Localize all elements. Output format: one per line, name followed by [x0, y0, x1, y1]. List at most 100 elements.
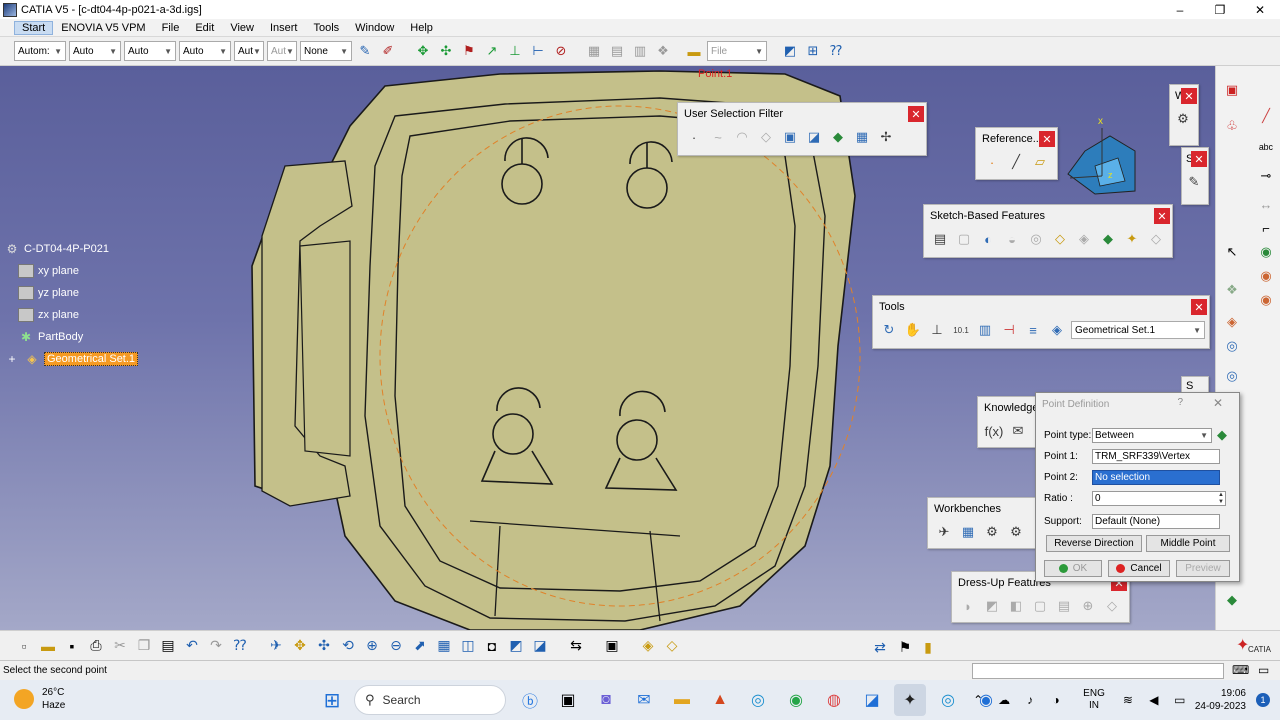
graphic-props-combo-4[interactable]: Auto ▼ [179, 41, 231, 61]
pcs-icon[interactable]: ▣ [1222, 80, 1242, 100]
chamfer-icon[interactable]: ◩ [982, 596, 1002, 616]
notification-badge[interactable]: 1 [1256, 693, 1270, 707]
hide-show-icon[interactable]: ◩ [506, 636, 526, 656]
expand-icon[interactable]: + [4, 352, 20, 366]
open-icon[interactable]: ▬ [38, 636, 58, 656]
scan-icon[interactable]: ◉ [1256, 266, 1276, 286]
point2-field[interactable]: No selection [1092, 470, 1220, 485]
table-icon[interactable]: ▤ [607, 41, 627, 61]
measure-between-icon[interactable]: ↔ [1256, 194, 1276, 214]
material-icon[interactable]: ◆ [1222, 590, 1242, 610]
update-icon[interactable]: ↻ [879, 320, 899, 340]
outlook-icon[interactable]: ◪ [856, 684, 888, 716]
expand-panel-icon[interactable]: ▭ [1258, 663, 1269, 677]
plane-icon[interactable]: ▱ [1030, 152, 1050, 172]
fit-all-icon[interactable]: ✥ [290, 636, 310, 656]
list-icon[interactable]: ≡ [1023, 320, 1043, 340]
close-icon[interactable]: ✕ [1039, 131, 1055, 147]
pick-icon[interactable]: ↗ [482, 41, 502, 61]
measure-icon[interactable]: ⊢ [528, 41, 548, 61]
tree-item-zx-plane[interactable]: zx plane [4, 304, 138, 326]
menu-enovia[interactable]: ENOVIA V5 VPM [53, 22, 153, 34]
assemble-icon[interactable]: ◈ [1222, 312, 1242, 332]
graphic-props-combo-7[interactable]: None ▼ [300, 41, 352, 61]
grid-icon[interactable]: 10.1 [951, 320, 971, 340]
workbench-drafting-icon[interactable]: ⚙ [1006, 522, 1026, 542]
solid-combine-icon[interactable]: ◇ [1146, 229, 1166, 249]
tree-item-xy-plane[interactable]: xy plane [4, 260, 138, 282]
rotate-icon[interactable]: ⟲ [338, 636, 358, 656]
menu-view[interactable]: View [222, 22, 262, 34]
print-icon[interactable]: ⎙ [86, 636, 106, 656]
close-icon[interactable]: ✕ [1181, 88, 1197, 104]
folder-icon[interactable]: ▬ [684, 41, 704, 61]
tree-root[interactable]: ⚙ C-DT04-4P-P021 [4, 238, 138, 260]
annotation-icon[interactable]: ⊸ [1256, 166, 1276, 186]
volume-filter-icon[interactable]: ◇ [756, 127, 776, 147]
comment-icon[interactable]: ✉ [1008, 421, 1028, 441]
rib-icon[interactable]: ◇ [1050, 229, 1070, 249]
whats-this-icon[interactable]: ⁇ [826, 41, 846, 61]
surface-filter-icon[interactable]: ◠ [732, 127, 752, 147]
snap-icon[interactable]: ⚑ [459, 41, 479, 61]
new-icon[interactable]: ▫ [14, 636, 34, 656]
graphic-props-combo-3[interactable]: Auto ▼ [124, 41, 176, 61]
point-icon[interactable]: · [982, 152, 1002, 172]
close-button[interactable]: ✕ [1240, 0, 1280, 19]
ok-button[interactable]: OK [1044, 560, 1102, 577]
groove-icon[interactable]: ◒ [1002, 229, 1022, 249]
whatsapp-icon[interactable]: ◉ [780, 684, 812, 716]
thickness-icon[interactable]: ▤ [1054, 596, 1074, 616]
fly-mode-icon[interactable]: ✈ [266, 636, 286, 656]
tree-item-yz-plane[interactable]: yz plane [4, 282, 138, 304]
workbench-assembly-icon[interactable]: ⚙ [982, 522, 1002, 542]
draft-icon[interactable]: ◧ [1006, 596, 1026, 616]
current-body-combo[interactable]: Geometrical Set.1 ▼ [1071, 321, 1205, 339]
tree-item-partbody[interactable]: ✱ PartBody [4, 326, 138, 348]
close-icon[interactable]: ✕ [908, 106, 924, 122]
restore-button[interactable]: ❐ [1200, 0, 1240, 19]
support-field[interactable]: Default (None) [1092, 514, 1220, 529]
abc-icon[interactable]: ᵃᵇᶜ [1256, 138, 1276, 158]
spinner-icon[interactable]: ▲ ▼ [1218, 492, 1224, 506]
hand-icon[interactable]: ✋ [903, 320, 923, 340]
grid-filter-icon[interactable]: ▦ [852, 127, 872, 147]
windows-start-icon[interactable]: ⊞ [316, 684, 348, 716]
mail-icon[interactable]: ✉ [628, 684, 660, 716]
show-hidden-icon[interactable]: ⌃ [967, 693, 989, 707]
intersection-filter-icon[interactable]: ◪ [804, 127, 824, 147]
capture-icon[interactable]: ▣ [602, 636, 622, 656]
grid-icon[interactable]: ▥ [630, 41, 650, 61]
zoom-out-icon[interactable]: ⊖ [386, 636, 406, 656]
point-type-lock-icon[interactable]: ◆ [1217, 427, 1227, 443]
menu-edit[interactable]: Edit [187, 22, 222, 34]
point-type-select[interactable]: Between ▼ [1092, 427, 1212, 443]
slot-icon[interactable]: ◈ [1074, 229, 1094, 249]
menu-file[interactable]: File [154, 22, 188, 34]
axis-system-icon[interactable]: ⊥ [927, 320, 947, 340]
normal-view-icon[interactable]: ⬈ [410, 636, 430, 656]
edge-dev-icon[interactable]: ◎ [932, 684, 964, 716]
minimize-button[interactable]: – [1160, 0, 1200, 19]
microphone-icon[interactable]: ♪ [1019, 693, 1041, 707]
volume-icon[interactable]: ◑ [1045, 693, 1067, 707]
painter-icon[interactable]: ✎ [355, 41, 375, 61]
feature-filter-icon[interactable]: ▣ [780, 127, 800, 147]
compare-icon[interactable]: ⇄ [870, 637, 890, 657]
shaft-icon[interactable]: ◐ [978, 229, 998, 249]
preview-button[interactable]: Preview [1176, 560, 1230, 577]
layers-icon[interactable]: ⇆ [566, 636, 586, 656]
axis-icon[interactable]: ⊥ [505, 41, 525, 61]
close-icon[interactable]: ✕ [1191, 299, 1207, 315]
point-filter-icon[interactable]: · [684, 127, 704, 147]
tools-filter-icon[interactable]: ✢ [876, 127, 896, 147]
clock[interactable]: 19:06 24-09-2023 [1195, 687, 1246, 713]
close-icon[interactable]: ✕ [1154, 208, 1170, 224]
filter-icon[interactable]: ⊘ [551, 41, 571, 61]
task-view-icon[interactable]: ▣ [552, 684, 584, 716]
teams-chat-icon[interactable]: ◙ [590, 684, 622, 716]
menu-help[interactable]: Help [402, 22, 441, 34]
speaker-icon[interactable]: ◀ [1143, 693, 1165, 707]
zoom-in-icon[interactable]: ⊕ [362, 636, 382, 656]
reverse-direction-button[interactable]: Reverse Direction [1046, 535, 1142, 552]
